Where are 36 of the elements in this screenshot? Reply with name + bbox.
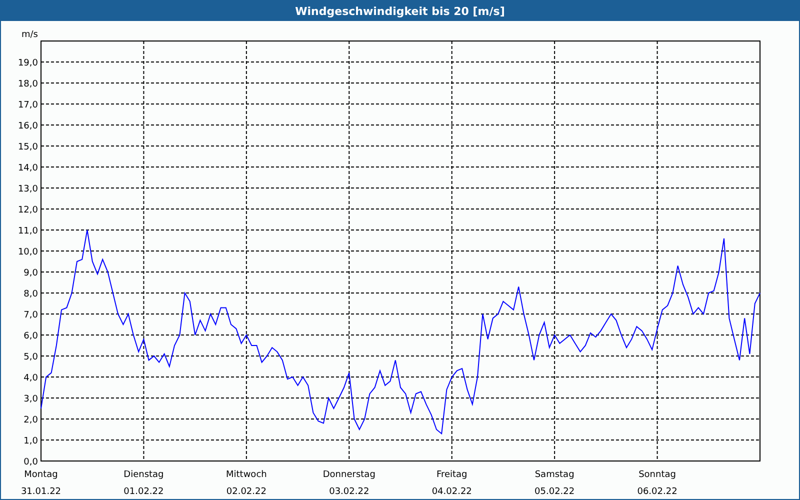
y-tick-label: 15,0 — [18, 142, 38, 152]
y-tick-label: 19,0 — [18, 58, 38, 68]
x-tick-label: Donnerstag — [322, 470, 376, 480]
x-tick-label: Montag — [24, 470, 58, 480]
y-tick-label: 2,0 — [24, 416, 38, 426]
x-tick-label: Samstag — [534, 470, 574, 480]
y-tick-label: 12,0 — [18, 206, 38, 216]
y-tick-label: 18,0 — [18, 80, 38, 90]
y-tick-label: 5,0 — [24, 352, 38, 362]
x-tick-date: 03.02.22 — [329, 487, 370, 497]
window-title: Windgeschwindigkeit bis 20 [m/s] — [295, 4, 505, 18]
y-tick-label: 7,0 — [24, 310, 38, 320]
y-tick-label: 1,0 — [24, 436, 38, 446]
x-tick-label: Mittwoch — [226, 470, 267, 480]
y-axis-unit: m/s — [22, 30, 38, 40]
x-tick-label: Dienstag — [124, 470, 164, 480]
x-tick-label: Freitag — [436, 470, 468, 480]
y-tick-label: 4,0 — [24, 374, 38, 384]
y-tick-label: 13,0 — [18, 184, 38, 194]
y-tick-label: 9,0 — [24, 268, 38, 278]
x-tick-date: 05.02.22 — [534, 487, 575, 497]
x-tick-label: Sonntag — [638, 470, 676, 480]
x-tick-date: 01.02.22 — [124, 487, 164, 497]
x-tick-date: 02.02.22 — [226, 487, 266, 497]
x-tick-date: 06.02.22 — [637, 487, 678, 497]
y-tick-label: 17,0 — [18, 100, 38, 110]
y-tick-label: 10,0 — [18, 248, 38, 258]
x-tick-date: 04.02.22 — [432, 487, 472, 497]
y-tick-label: 6,0 — [24, 332, 38, 342]
y-tick-label: 11,0 — [18, 226, 38, 236]
y-tick-label: 0,0 — [24, 458, 38, 468]
x-tick-date: 31.01.22 — [20, 487, 62, 497]
y-tick-label: 14,0 — [18, 164, 38, 174]
y-tick-label: 3,0 — [24, 394, 38, 404]
y-tick-label: 8,0 — [24, 290, 38, 300]
y-tick-label: 16,0 — [18, 122, 38, 132]
